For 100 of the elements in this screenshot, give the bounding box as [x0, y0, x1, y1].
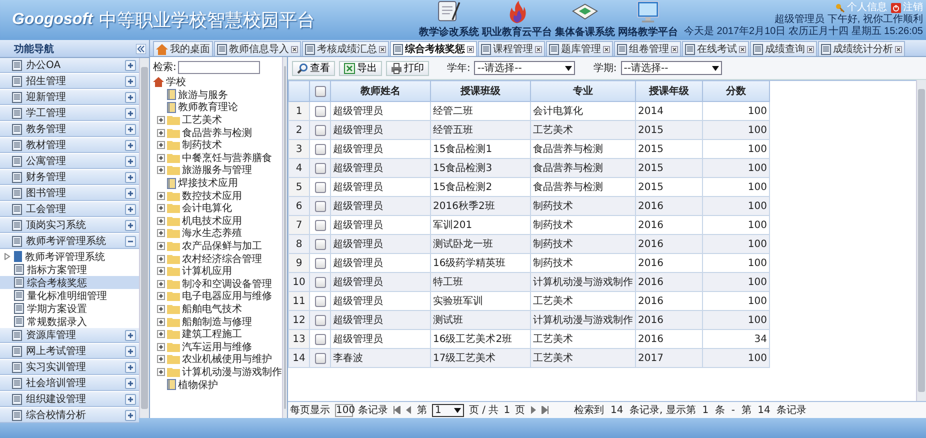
expand-icon[interactable] [157, 318, 165, 326]
scrollbar[interactable] [282, 57, 287, 418]
expand-icon[interactable] [157, 229, 165, 238]
tree-node[interactable]: 学校 [153, 76, 282, 89]
nav-item[interactable]: 资源库管理 [0, 328, 139, 343]
column-header[interactable]: 分数 [702, 80, 770, 102]
row-checkbox[interactable] [314, 238, 326, 250]
tree-node[interactable]: 农村经济综合管理 [153, 252, 282, 265]
tab[interactable]: 综合考核奖惩 [390, 41, 477, 56]
expand-icon[interactable] [157, 154, 165, 162]
nav-subitem[interactable]: 教师考评管理系统 [0, 250, 139, 263]
row-checkbox[interactable] [314, 352, 326, 364]
expand-button[interactable] [125, 410, 136, 420]
tree-node[interactable]: 制冷和空调设备管理 [153, 278, 282, 290]
column-header[interactable]: 授课班级 [430, 80, 530, 102]
search-field[interactable] [178, 60, 260, 74]
expand-icon[interactable] [157, 304, 165, 313]
tree-node[interactable]: 海水生态养殖 [153, 227, 282, 240]
row-checkbox[interactable] [314, 200, 326, 212]
expand-icon[interactable] [157, 166, 165, 174]
nav-item[interactable]: 迎新管理 [0, 90, 139, 105]
nav-item[interactable]: 组织建设管理 [0, 392, 139, 407]
nav-item[interactable]: 招生管理 [0, 74, 139, 89]
expand-icon[interactable] [157, 204, 165, 212]
expand-icon[interactable] [157, 292, 165, 300]
expand-button[interactable] [125, 220, 136, 230]
filter-select[interactable]: --请选择-- [620, 61, 722, 75]
row-checkbox[interactable] [314, 220, 326, 230]
page-select[interactable]: 1 [432, 404, 464, 416]
page-size-field[interactable]: 100 [335, 404, 353, 416]
close-icon[interactable] [671, 46, 678, 52]
expand-icon[interactable] [157, 280, 165, 288]
expand-button[interactable] [125, 378, 136, 388]
expand-icon[interactable] [157, 141, 165, 150]
expand-icon[interactable] [157, 342, 165, 351]
expand-icon[interactable] [157, 355, 165, 364]
row-checkbox[interactable] [314, 124, 326, 136]
row-checkbox[interactable] [314, 314, 326, 326]
expand-icon[interactable] [157, 368, 165, 376]
tree-node[interactable]: 会计电算化 [153, 202, 282, 215]
system-link[interactable]: 教学诊改系统 [419, 0, 480, 39]
nav-subitem[interactable]: 综合考核奖惩 [0, 276, 139, 289]
nav-subitem[interactable]: 常规数据录入 [0, 315, 139, 328]
tree-node[interactable]: 旅游服务与管理 [153, 164, 282, 177]
expand-icon[interactable] [157, 254, 165, 263]
first-page-icon[interactable] [393, 406, 401, 414]
tree-node[interactable]: 农业机械使用与维护 [153, 353, 282, 366]
scrollbar[interactable] [916, 80, 926, 401]
close-icon[interactable] [807, 46, 814, 52]
expand-icon[interactable] [157, 330, 165, 338]
tree-node[interactable]: 中餐烹饪与营养膳食 [153, 152, 282, 164]
expand-button[interactable] [125, 92, 136, 102]
nav-item[interactable]: 公寓管理 [0, 154, 139, 169]
tab[interactable]: 课程管理 [478, 41, 545, 56]
nav-item[interactable]: 教务管理 [0, 122, 139, 137]
tree-node[interactable]: 植物保护 [153, 378, 282, 391]
expand-button[interactable] [125, 156, 136, 166]
nav-item[interactable]: 实习实训管理 [0, 360, 139, 375]
previous-page-icon[interactable] [406, 406, 412, 414]
column-header[interactable]: 教师姓名 [330, 80, 430, 102]
row-checkbox[interactable] [314, 162, 326, 174]
expand-button[interactable] [125, 204, 136, 214]
close-icon[interactable] [291, 46, 298, 52]
expand-button[interactable] [125, 188, 136, 198]
expand-icon[interactable] [157, 242, 165, 250]
tree-node[interactable]: 焊接技术应用 [153, 176, 282, 190]
nav-item[interactable]: 教材管理 [0, 138, 139, 153]
collapse-button[interactable] [136, 44, 146, 54]
column-header[interactable]: 授课年级 [636, 80, 702, 102]
collapse-button[interactable] [125, 236, 136, 246]
expand-icon[interactable] [157, 116, 165, 124]
close-icon[interactable] [603, 46, 610, 52]
tree-node[interactable]: 工艺美术 [153, 114, 282, 126]
close-icon[interactable] [739, 46, 746, 52]
tree-node[interactable]: 食品营养与检测 [153, 126, 282, 139]
tab[interactable]: 成绩统计分析 [818, 41, 905, 56]
tab[interactable]: 题库管理 [546, 41, 613, 56]
nav-subitem[interactable]: 量化标准明细管理 [0, 289, 139, 302]
row-checkbox[interactable] [314, 258, 326, 268]
tree-node[interactable]: 教师教育理论 [153, 101, 282, 114]
nav-subitem[interactable]: 学期方案设置 [0, 302, 139, 315]
nav-item[interactable]: 网上考试管理 [0, 344, 139, 359]
system-link[interactable]: 集体备课系统 [555, 0, 616, 39]
tree-node[interactable]: 建筑工程施工 [153, 328, 282, 340]
expand-button[interactable] [125, 124, 136, 134]
next-page-icon[interactable] [530, 406, 536, 414]
scrollbar[interactable] [139, 58, 149, 418]
expand-button[interactable] [125, 60, 136, 70]
expand-button[interactable] [125, 76, 136, 86]
row-checkbox[interactable] [314, 182, 326, 192]
row-checkbox[interactable] [314, 296, 326, 306]
expand-button[interactable] [125, 362, 136, 372]
expand-button[interactable] [125, 172, 136, 182]
nav-item[interactable]: 工会管理 [0, 202, 139, 217]
filter-select[interactable]: --请选择-- [474, 61, 576, 75]
expand-icon[interactable] [157, 192, 165, 200]
tree-node[interactable]: 农产品保鲜与加工 [153, 240, 282, 252]
expand-button[interactable] [125, 140, 136, 150]
expand-button[interactable] [125, 108, 136, 118]
toolbar-button[interactable]: 打印 [386, 60, 429, 76]
